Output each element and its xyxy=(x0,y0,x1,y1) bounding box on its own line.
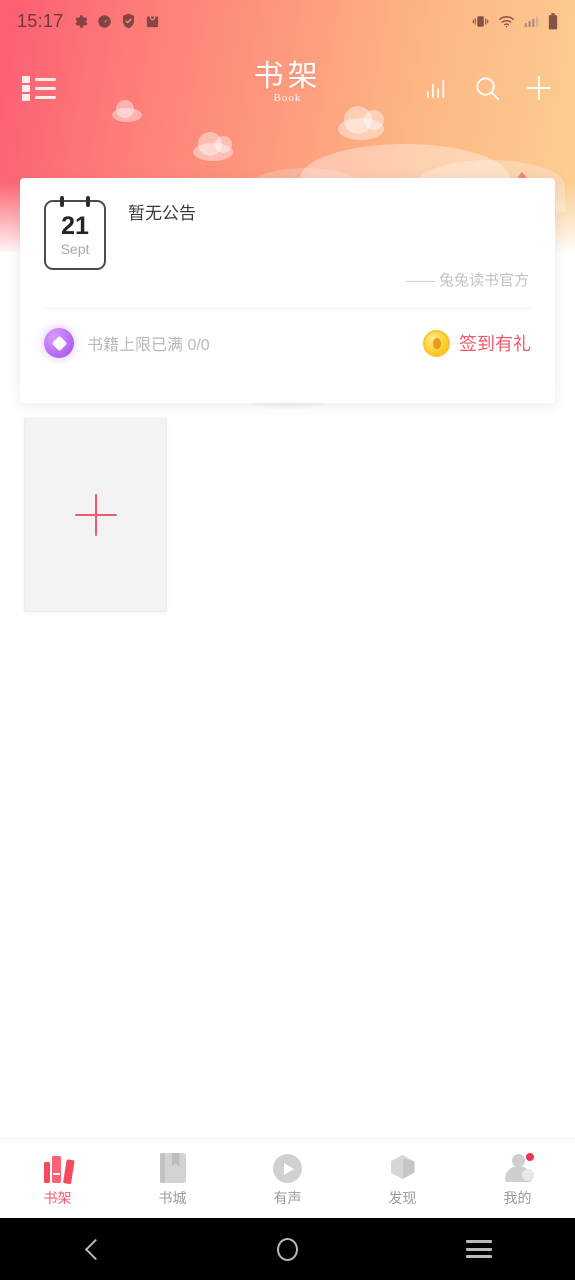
tab-label: 书城 xyxy=(158,1190,187,1206)
announcement-top: 21 Sept 暂无公告 —— 兔兔读书官方 xyxy=(20,178,555,290)
cloud-decoration xyxy=(193,132,233,161)
books-icon xyxy=(41,1149,75,1185)
diamond-glyph xyxy=(51,335,67,351)
announcement-signature: —— 兔兔读书官方 xyxy=(405,273,529,289)
avatar-icon: ♡ xyxy=(501,1149,535,1183)
speedometer-icon xyxy=(97,14,111,28)
tab-label: 书架 xyxy=(43,1190,72,1206)
wifi-icon xyxy=(499,16,514,28)
signin-button[interactable]: 签到有礼 xyxy=(423,329,531,357)
gear-icon xyxy=(74,14,87,28)
recents-icon[interactable] xyxy=(383,1240,575,1258)
shield-icon xyxy=(122,13,134,29)
add-book-tile[interactable] xyxy=(24,418,167,612)
calendar-month: Sept xyxy=(60,240,90,257)
diamond-icon xyxy=(44,328,74,358)
vibrate-icon xyxy=(472,15,489,27)
cube-discover-icon xyxy=(386,1149,420,1183)
tab-mine[interactable]: ♡ 我的 xyxy=(460,1139,575,1218)
announcement-card[interactable]: 21 Sept 暂无公告 —— 兔兔读书官方 书籍上限已满 0/0 签到有礼 xyxy=(20,178,555,403)
home-icon[interactable] xyxy=(192,1237,384,1261)
signin-label: 签到有礼 xyxy=(459,334,531,354)
heart-icon: ♡ xyxy=(521,1169,534,1181)
calendar-day: 21 xyxy=(61,211,89,240)
notification-badge xyxy=(524,1152,535,1162)
cloud-decoration xyxy=(338,106,384,140)
tab-bookshelf[interactable]: 书架 xyxy=(0,1139,115,1218)
bag-icon xyxy=(146,15,158,27)
announcement-title: 暂无公告 xyxy=(128,204,196,223)
status-time: 15:17 xyxy=(17,10,64,31)
tab-label: 发现 xyxy=(388,1190,417,1206)
tab-label: 有声 xyxy=(273,1190,302,1206)
tab-audio[interactable]: 有声 xyxy=(230,1139,345,1218)
bookshelf-grid xyxy=(24,418,167,612)
ranking-icon[interactable] xyxy=(425,76,450,101)
search-icon[interactable] xyxy=(474,75,501,102)
tab-discover[interactable]: 发现 xyxy=(345,1139,460,1218)
announcement-body: 暂无公告 —— 兔兔读书官方 xyxy=(128,200,531,290)
calendar-icon: 21 Sept xyxy=(44,196,106,270)
audio-play-icon xyxy=(271,1149,305,1183)
bookstore-icon xyxy=(156,1149,190,1183)
app-root: 15:17 书架 Book 21 Sept 暂无公告 —— 兔兔读书官方 书籍上… xyxy=(0,0,575,1280)
system-nav-bar xyxy=(0,1218,575,1280)
book-limit-text: 书籍上限已满 0/0 xyxy=(87,337,210,354)
bottom-tab-bar: 书架 书城 有声 发现 ♡ 我的 xyxy=(0,1138,575,1218)
plus-icon xyxy=(74,494,117,536)
back-icon[interactable] xyxy=(0,1238,192,1260)
tab-label: 我的 xyxy=(503,1190,532,1206)
tab-bookstore[interactable]: 书城 xyxy=(115,1139,230,1218)
signal-icon xyxy=(524,16,539,27)
list-menu-icon[interactable] xyxy=(22,76,56,101)
coin-icon xyxy=(423,329,450,357)
header-actions xyxy=(425,74,553,102)
status-bar-right xyxy=(472,12,558,30)
status-bar-left: 15:17 xyxy=(17,11,160,32)
announcement-bottom: 书籍上限已满 0/0 签到有礼 xyxy=(20,309,555,377)
app-header: 书架 Book xyxy=(0,58,575,118)
plus-icon[interactable] xyxy=(525,74,553,102)
battery-icon xyxy=(548,12,558,29)
status-bar: 15:17 xyxy=(0,0,575,42)
